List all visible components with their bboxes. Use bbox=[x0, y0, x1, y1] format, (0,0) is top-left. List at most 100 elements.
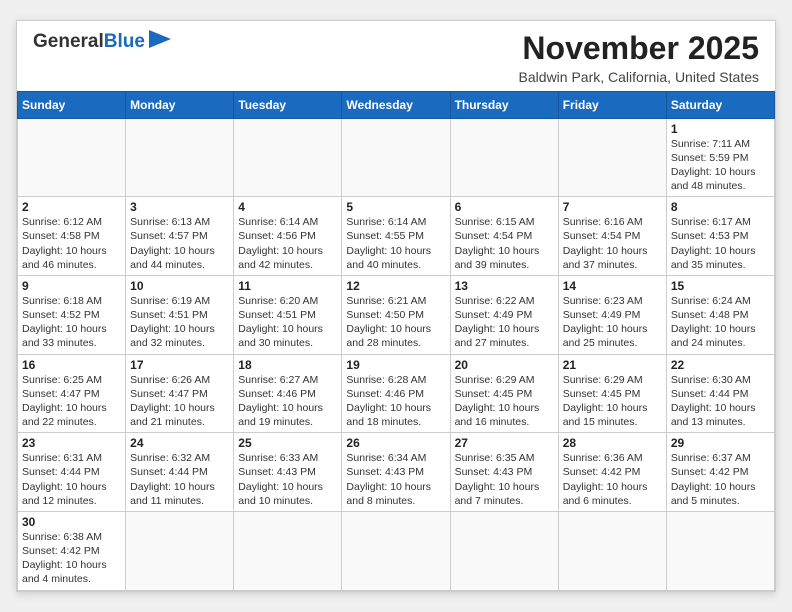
day-info: Sunrise: 6:29 AM Sunset: 4:45 PM Dayligh… bbox=[563, 373, 662, 430]
day-info: Sunrise: 6:19 AM Sunset: 4:51 PM Dayligh… bbox=[130, 294, 229, 351]
day-number: 7 bbox=[563, 200, 662, 214]
day-info: Sunrise: 6:20 AM Sunset: 4:51 PM Dayligh… bbox=[238, 294, 337, 351]
day-info: Sunrise: 6:17 AM Sunset: 4:53 PM Dayligh… bbox=[671, 215, 770, 272]
day-info: Sunrise: 7:11 AM Sunset: 5:59 PM Dayligh… bbox=[671, 137, 770, 194]
calendar-day-cell bbox=[450, 511, 558, 590]
calendar-day-cell bbox=[450, 118, 558, 197]
day-number: 9 bbox=[22, 279, 121, 293]
calendar-day-cell bbox=[342, 118, 450, 197]
calendar-day-cell: 13Sunrise: 6:22 AM Sunset: 4:49 PM Dayli… bbox=[450, 275, 558, 354]
day-info: Sunrise: 6:18 AM Sunset: 4:52 PM Dayligh… bbox=[22, 294, 121, 351]
calendar-day-cell: 21Sunrise: 6:29 AM Sunset: 4:45 PM Dayli… bbox=[558, 354, 666, 433]
calendar-container: General Blue November 2025 Baldwin Park,… bbox=[16, 20, 776, 591]
calendar-day-cell bbox=[234, 118, 342, 197]
day-number: 8 bbox=[671, 200, 770, 214]
calendar-day-cell: 17Sunrise: 6:26 AM Sunset: 4:47 PM Dayli… bbox=[126, 354, 234, 433]
calendar-day-cell: 9Sunrise: 6:18 AM Sunset: 4:52 PM Daylig… bbox=[18, 275, 126, 354]
calendar-day-cell: 19Sunrise: 6:28 AM Sunset: 4:46 PM Dayli… bbox=[342, 354, 450, 433]
day-number: 23 bbox=[22, 436, 121, 450]
day-number: 18 bbox=[238, 358, 337, 372]
calendar-day-cell: 12Sunrise: 6:21 AM Sunset: 4:50 PM Dayli… bbox=[342, 275, 450, 354]
day-number: 27 bbox=[455, 436, 554, 450]
calendar-header-row: SundayMondayTuesdayWednesdayThursdayFrid… bbox=[18, 91, 775, 118]
day-info: Sunrise: 6:29 AM Sunset: 4:45 PM Dayligh… bbox=[455, 373, 554, 430]
weekday-header: Tuesday bbox=[234, 91, 342, 118]
calendar-day-cell: 18Sunrise: 6:27 AM Sunset: 4:46 PM Dayli… bbox=[234, 354, 342, 433]
calendar-day-cell: 26Sunrise: 6:34 AM Sunset: 4:43 PM Dayli… bbox=[342, 433, 450, 512]
calendar-day-cell bbox=[126, 511, 234, 590]
weekday-header: Saturday bbox=[666, 91, 774, 118]
calendar-day-cell: 22Sunrise: 6:30 AM Sunset: 4:44 PM Dayli… bbox=[666, 354, 774, 433]
day-info: Sunrise: 6:32 AM Sunset: 4:44 PM Dayligh… bbox=[130, 451, 229, 508]
day-number: 26 bbox=[346, 436, 445, 450]
day-info: Sunrise: 6:13 AM Sunset: 4:57 PM Dayligh… bbox=[130, 215, 229, 272]
day-number: 1 bbox=[671, 122, 770, 136]
calendar-day-cell: 24Sunrise: 6:32 AM Sunset: 4:44 PM Dayli… bbox=[126, 433, 234, 512]
calendar-day-cell bbox=[18, 118, 126, 197]
calendar-day-cell: 3Sunrise: 6:13 AM Sunset: 4:57 PM Daylig… bbox=[126, 197, 234, 276]
calendar-day-cell: 1Sunrise: 7:11 AM Sunset: 5:59 PM Daylig… bbox=[666, 118, 774, 197]
calendar-week-row: 23Sunrise: 6:31 AM Sunset: 4:44 PM Dayli… bbox=[18, 433, 775, 512]
day-info: Sunrise: 6:14 AM Sunset: 4:56 PM Dayligh… bbox=[238, 215, 337, 272]
calendar-day-cell: 28Sunrise: 6:36 AM Sunset: 4:42 PM Dayli… bbox=[558, 433, 666, 512]
day-info: Sunrise: 6:15 AM Sunset: 4:54 PM Dayligh… bbox=[455, 215, 554, 272]
calendar-day-cell: 14Sunrise: 6:23 AM Sunset: 4:49 PM Dayli… bbox=[558, 275, 666, 354]
day-info: Sunrise: 6:22 AM Sunset: 4:49 PM Dayligh… bbox=[455, 294, 554, 351]
calendar-day-cell bbox=[558, 118, 666, 197]
weekday-header: Monday bbox=[126, 91, 234, 118]
day-info: Sunrise: 6:24 AM Sunset: 4:48 PM Dayligh… bbox=[671, 294, 770, 351]
calendar-week-row: 30Sunrise: 6:38 AM Sunset: 4:42 PM Dayli… bbox=[18, 511, 775, 590]
calendar-day-cell: 27Sunrise: 6:35 AM Sunset: 4:43 PM Dayli… bbox=[450, 433, 558, 512]
calendar-table: SundayMondayTuesdayWednesdayThursdayFrid… bbox=[17, 91, 775, 591]
day-number: 6 bbox=[455, 200, 554, 214]
calendar-day-cell: 6Sunrise: 6:15 AM Sunset: 4:54 PM Daylig… bbox=[450, 197, 558, 276]
day-number: 10 bbox=[130, 279, 229, 293]
weekday-header: Friday bbox=[558, 91, 666, 118]
day-number: 17 bbox=[130, 358, 229, 372]
calendar-day-cell: 25Sunrise: 6:33 AM Sunset: 4:43 PM Dayli… bbox=[234, 433, 342, 512]
location-title: Baldwin Park, California, United States bbox=[519, 69, 759, 85]
day-number: 20 bbox=[455, 358, 554, 372]
calendar-header: General Blue November 2025 Baldwin Park,… bbox=[17, 21, 775, 90]
day-info: Sunrise: 6:30 AM Sunset: 4:44 PM Dayligh… bbox=[671, 373, 770, 430]
day-info: Sunrise: 6:38 AM Sunset: 4:42 PM Dayligh… bbox=[22, 530, 121, 587]
calendar-week-row: 1Sunrise: 7:11 AM Sunset: 5:59 PM Daylig… bbox=[18, 118, 775, 197]
day-number: 12 bbox=[346, 279, 445, 293]
calendar-day-cell: 7Sunrise: 6:16 AM Sunset: 4:54 PM Daylig… bbox=[558, 197, 666, 276]
day-number: 29 bbox=[671, 436, 770, 450]
calendar-day-cell: 4Sunrise: 6:14 AM Sunset: 4:56 PM Daylig… bbox=[234, 197, 342, 276]
calendar-day-cell: 23Sunrise: 6:31 AM Sunset: 4:44 PM Dayli… bbox=[18, 433, 126, 512]
day-info: Sunrise: 6:23 AM Sunset: 4:49 PM Dayligh… bbox=[563, 294, 662, 351]
logo-icon bbox=[149, 30, 171, 53]
calendar-day-cell bbox=[666, 511, 774, 590]
calendar-day-cell bbox=[126, 118, 234, 197]
day-info: Sunrise: 6:37 AM Sunset: 4:42 PM Dayligh… bbox=[671, 451, 770, 508]
day-number: 11 bbox=[238, 279, 337, 293]
calendar-day-cell: 15Sunrise: 6:24 AM Sunset: 4:48 PM Dayli… bbox=[666, 275, 774, 354]
title-section: November 2025 Baldwin Park, California, … bbox=[519, 31, 759, 84]
day-info: Sunrise: 6:25 AM Sunset: 4:47 PM Dayligh… bbox=[22, 373, 121, 430]
day-number: 19 bbox=[346, 358, 445, 372]
weekday-header: Thursday bbox=[450, 91, 558, 118]
day-info: Sunrise: 6:34 AM Sunset: 4:43 PM Dayligh… bbox=[346, 451, 445, 508]
day-number: 4 bbox=[238, 200, 337, 214]
calendar-day-cell: 11Sunrise: 6:20 AM Sunset: 4:51 PM Dayli… bbox=[234, 275, 342, 354]
day-info: Sunrise: 6:14 AM Sunset: 4:55 PM Dayligh… bbox=[346, 215, 445, 272]
day-number: 15 bbox=[671, 279, 770, 293]
calendar-day-cell bbox=[342, 511, 450, 590]
logo-text2: Blue bbox=[104, 31, 145, 53]
day-number: 21 bbox=[563, 358, 662, 372]
day-info: Sunrise: 6:28 AM Sunset: 4:46 PM Dayligh… bbox=[346, 373, 445, 430]
calendar-day-cell: 10Sunrise: 6:19 AM Sunset: 4:51 PM Dayli… bbox=[126, 275, 234, 354]
day-info: Sunrise: 6:12 AM Sunset: 4:58 PM Dayligh… bbox=[22, 215, 121, 272]
calendar-day-cell bbox=[558, 511, 666, 590]
calendar-day-cell bbox=[234, 511, 342, 590]
calendar-week-row: 16Sunrise: 6:25 AM Sunset: 4:47 PM Dayli… bbox=[18, 354, 775, 433]
day-number: 3 bbox=[130, 200, 229, 214]
calendar-day-cell: 16Sunrise: 6:25 AM Sunset: 4:47 PM Dayli… bbox=[18, 354, 126, 433]
day-info: Sunrise: 6:36 AM Sunset: 4:42 PM Dayligh… bbox=[563, 451, 662, 508]
calendar-day-cell: 29Sunrise: 6:37 AM Sunset: 4:42 PM Dayli… bbox=[666, 433, 774, 512]
day-info: Sunrise: 6:33 AM Sunset: 4:43 PM Dayligh… bbox=[238, 451, 337, 508]
day-number: 16 bbox=[22, 358, 121, 372]
calendar-body: 1Sunrise: 7:11 AM Sunset: 5:59 PM Daylig… bbox=[18, 118, 775, 590]
